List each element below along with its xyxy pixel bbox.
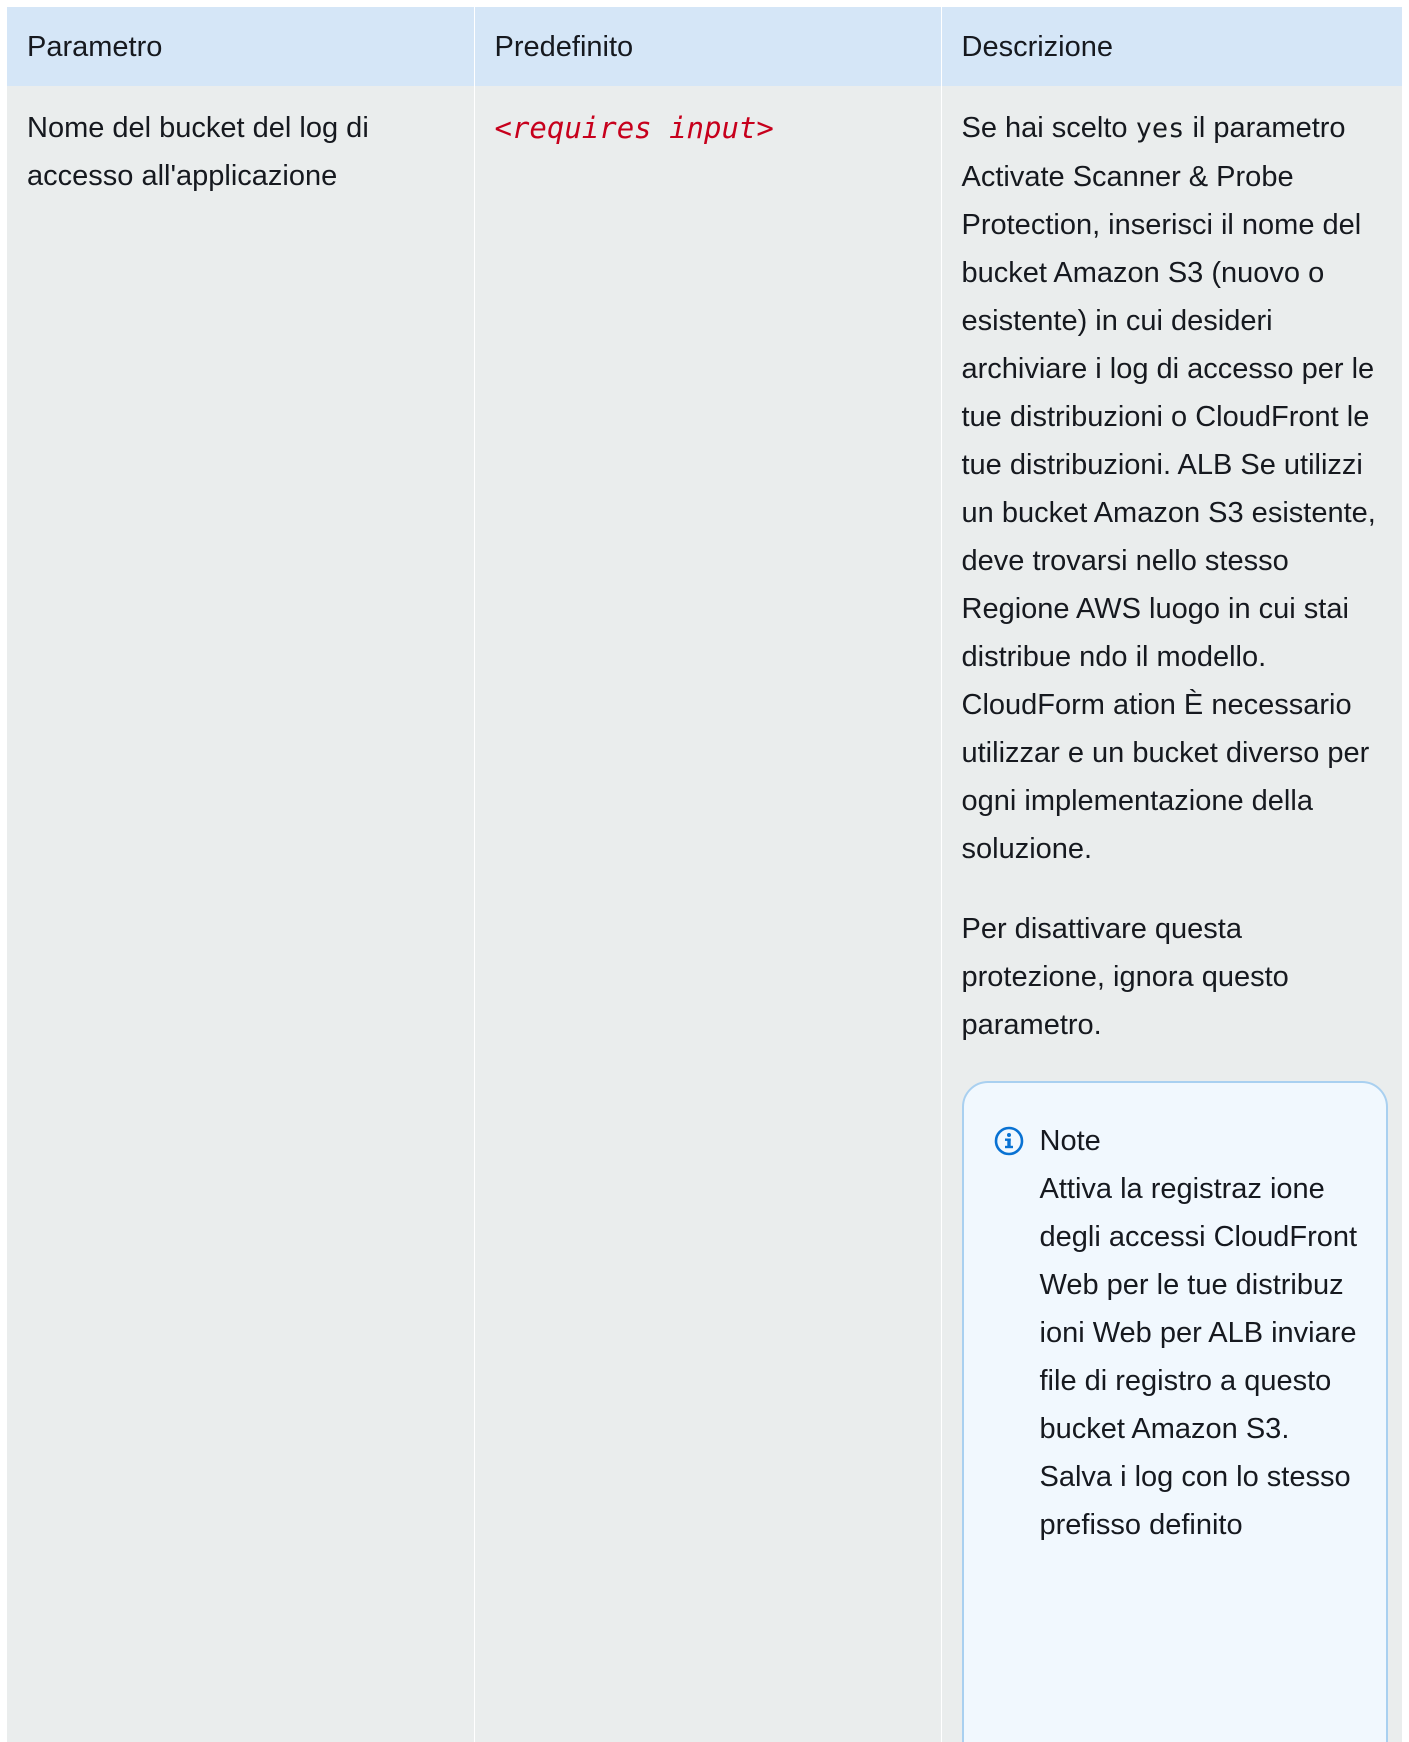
parameter-name-text: Nome del bucket del log di accesso all'a…: [27, 112, 369, 192]
default-value-code: <requires input>: [494, 111, 774, 145]
cell-default-value: <requires input>: [474, 86, 942, 1742]
note-body: Attiva la registraz ione degli accessi C…: [1039, 1173, 1358, 1541]
table-row: Nome del bucket del log di accesso all'a…: [7, 86, 1402, 1742]
note-callout: Note Attiva la registraz ione degli acce…: [961, 1081, 1388, 1742]
description-p1-code: yes: [1135, 113, 1185, 144]
description-p1-after: il parametro Activate Scanner & Probe Pr…: [961, 112, 1376, 865]
note-header: Note: [994, 1117, 1359, 1165]
cell-parameter-name: Nome del bucket del log di accesso all'a…: [7, 86, 475, 1742]
header-parameter: Parametro: [7, 7, 475, 86]
parameters-table-container: Parametro Predefinito Descrizione Nome d…: [7, 7, 1402, 1742]
header-description: Descrizione: [941, 7, 1402, 86]
description-paragraph-2: Per disattivare questa protezione, ignor…: [961, 913, 1289, 1041]
parameters-table: Parametro Predefinito Descrizione Nome d…: [7, 7, 1402, 1742]
cell-description: Se hai scelto yes il parametro Activate …: [941, 86, 1402, 1742]
description-p1-before: Se hai scelto: [961, 112, 1136, 144]
header-default: Predefinito: [474, 7, 942, 86]
info-icon: [994, 1126, 1023, 1156]
description-paragraph-1: Se hai scelto yes il parametro Activate …: [962, 104, 1389, 873]
table-header-row: Parametro Predefinito Descrizione: [7, 7, 1402, 86]
note-title: Note: [1039, 1125, 1101, 1157]
